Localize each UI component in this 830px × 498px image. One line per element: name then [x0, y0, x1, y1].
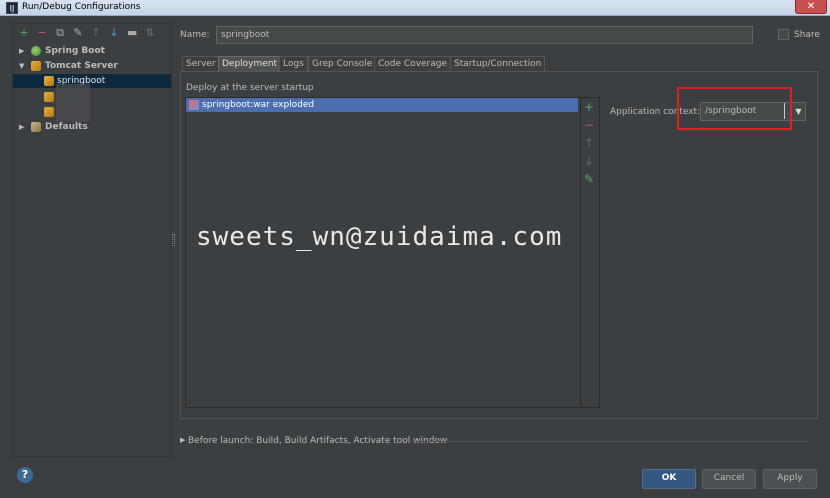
expanded-arrow-icon[interactable]: ▼ — [19, 59, 24, 73]
share-label: Share — [794, 30, 820, 40]
edit-artifact-icon[interactable]: ✎ — [583, 173, 595, 185]
tree-item-label: Tomcat Server — [45, 61, 118, 71]
app-icon: IJ — [6, 2, 18, 14]
name-input[interactable]: springboot — [216, 26, 753, 44]
tab-code-coverage[interactable]: Code Coverage — [374, 56, 452, 72]
move-down-icon[interactable]: ↓ — [583, 155, 595, 167]
config-tree-pane: + − ⧉ ✎ ↑ ↓ ▬ ⇅ ▶ Spring Boot ▼ Tomcat S… — [12, 23, 172, 457]
window-title: Run/Debug Configurations — [22, 2, 141, 12]
tree-item-label: Defaults — [45, 122, 88, 132]
collapsed-arrow-icon[interactable]: ▶ — [19, 120, 24, 134]
tab-startup-connection[interactable]: Startup/Connection — [450, 56, 546, 72]
help-button[interactable]: ? — [17, 467, 33, 483]
add-icon[interactable]: + — [19, 27, 29, 38]
collapsed-arrow-icon[interactable]: ▶ — [19, 44, 24, 58]
move-up-icon[interactable]: ↑ — [583, 137, 595, 149]
share-checkbox[interactable] — [778, 29, 789, 40]
defaults-icon — [31, 122, 41, 132]
name-label: Name: — [180, 30, 210, 40]
ok-button[interactable]: OK — [642, 469, 696, 489]
divider — [410, 441, 808, 442]
tree-item-spring-boot[interactable]: ▶ Spring Boot — [13, 44, 171, 58]
dropdown-arrow-icon[interactable]: ▼ — [792, 103, 805, 120]
tomcat-icon — [44, 92, 54, 102]
collapsed-arrow-icon[interactable]: ▶ — [180, 436, 185, 444]
highlight-annotation — [677, 87, 792, 130]
add-artifact-icon[interactable]: + — [583, 101, 595, 113]
artifact-icon — [189, 100, 199, 110]
close-button[interactable]: ✕ — [795, 0, 827, 14]
tree-item-tomcat-child[interactable] — [13, 90, 54, 104]
move-up-icon[interactable]: ↑ — [91, 27, 101, 38]
sort-icon[interactable]: ⇅ — [145, 27, 155, 38]
apply-button[interactable]: Apply — [763, 469, 817, 489]
artifact-label: springboot:war exploded — [202, 100, 315, 110]
before-launch-toggle[interactable]: Before launch: Build, Build Artifacts, A… — [188, 436, 447, 446]
tab-grep-console[interactable]: Grep Console — [308, 56, 377, 72]
cancel-button[interactable]: Cancel — [702, 469, 756, 489]
tree-item-springboot[interactable]: springboot — [13, 74, 171, 88]
splitter-handle[interactable] — [172, 234, 175, 246]
move-down-icon[interactable]: ↓ — [109, 27, 119, 38]
list-divider — [580, 97, 581, 408]
edit-defaults-icon[interactable]: ✎ — [73, 27, 83, 38]
spring-boot-icon — [31, 46, 41, 56]
tree-item-tomcat-server[interactable]: ▼ Tomcat Server — [13, 59, 171, 73]
folder-icon[interactable]: ▬ — [127, 27, 137, 38]
list-item[interactable]: springboot:war exploded — [186, 98, 578, 112]
tomcat-icon — [44, 76, 54, 86]
tree-item-label: Spring Boot — [45, 46, 105, 56]
tomcat-icon — [31, 61, 41, 71]
tab-deployment[interactable]: Deployment — [218, 56, 282, 72]
tree-item-tomcat-child[interactable] — [13, 105, 54, 119]
redacted-area — [56, 84, 90, 122]
remove-icon[interactable]: − — [37, 27, 47, 38]
tab-logs[interactable]: Logs — [279, 56, 308, 72]
tab-server[interactable]: Server — [182, 56, 220, 72]
watermark-text: sweets_wn@zuidaima.com — [196, 222, 563, 252]
remove-artifact-icon[interactable]: − — [583, 119, 595, 131]
tree-item-defaults[interactable]: ▶ Defaults — [13, 120, 171, 134]
copy-icon[interactable]: ⧉ — [55, 27, 65, 38]
artifact-list[interactable] — [185, 97, 600, 408]
deploy-heading: Deploy at the server startup — [186, 83, 314, 93]
tomcat-icon — [44, 107, 54, 117]
